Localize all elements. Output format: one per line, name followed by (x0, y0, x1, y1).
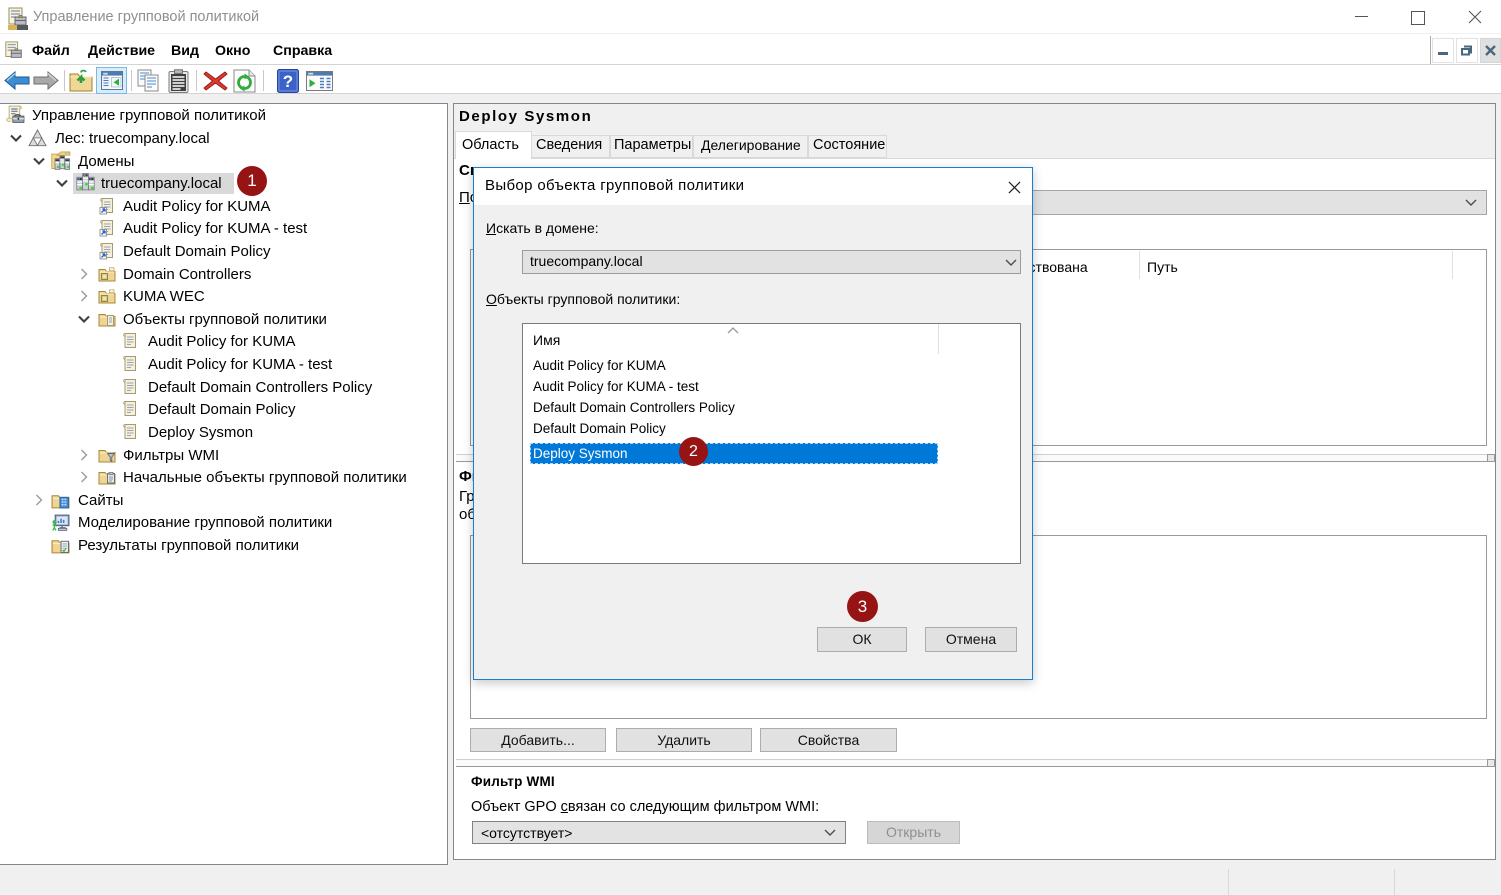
svg-text:?: ? (283, 72, 293, 91)
